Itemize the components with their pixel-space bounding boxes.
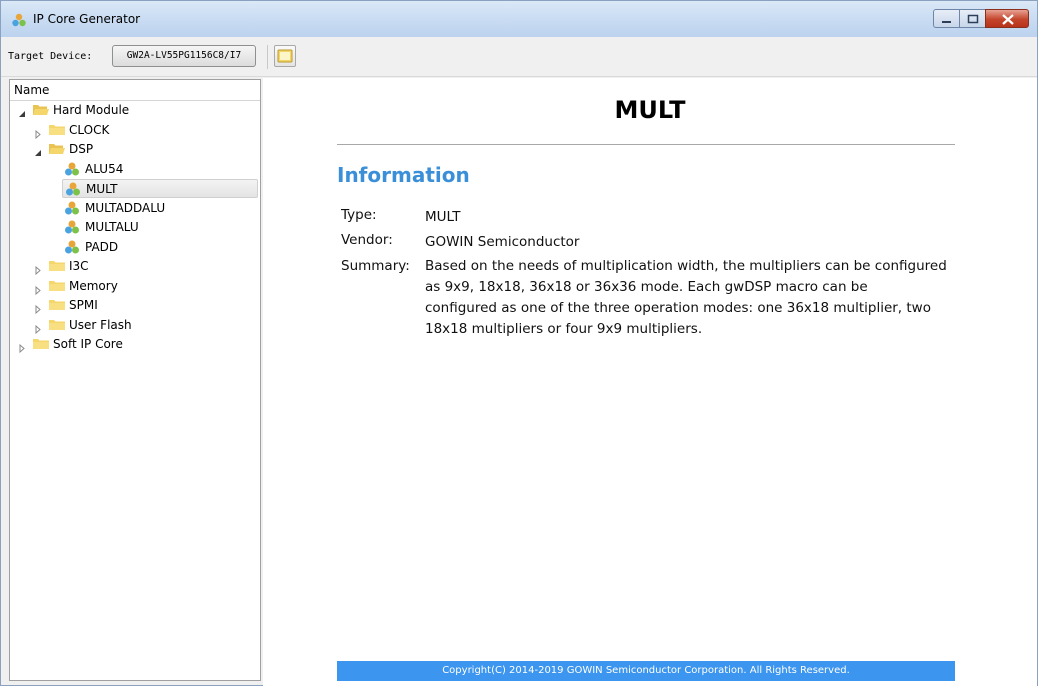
ip-core-icon bbox=[64, 239, 82, 255]
tree-item-label: MULTALU bbox=[85, 220, 139, 234]
tree-item-user-flash[interactable]: User Flash bbox=[10, 316, 260, 335]
folder-icon bbox=[48, 122, 66, 138]
collapsed-arrow-icon[interactable] bbox=[34, 301, 43, 315]
tree-item-label: Memory bbox=[69, 278, 118, 293]
vendor-value: GOWIN Semiconductor bbox=[425, 234, 580, 250]
folder-icon bbox=[277, 49, 293, 63]
ip-tree-panel: Name Hard Module CLOCK DSP ALU54 MULT MULTADD… bbox=[9, 79, 261, 681]
folder-open-icon bbox=[48, 141, 66, 157]
tree-item-alu54[interactable]: ALU54 bbox=[10, 160, 260, 179]
title-bar[interactable]: IP Core Generator bbox=[1, 1, 1037, 37]
ip-core-icon bbox=[64, 200, 82, 216]
tree-item-mult[interactable]: MULT bbox=[62, 179, 258, 198]
target-device-label: Target Device: bbox=[8, 51, 93, 62]
tree-item-label: SPMI bbox=[69, 298, 98, 312]
target-device-button[interactable]: GW2A-LV55PG1156C8/I7 bbox=[112, 45, 256, 67]
toolbar: Target Device: GW2A-LV55PG1156C8/I7 bbox=[1, 37, 1037, 77]
tree-item-spmi[interactable]: SPMI bbox=[10, 296, 260, 315]
folder-icon bbox=[48, 297, 66, 313]
folder-icon bbox=[32, 336, 50, 352]
app-icon bbox=[11, 12, 27, 28]
collapsed-arrow-icon[interactable] bbox=[34, 126, 43, 139]
tree-item-label: ALU54 bbox=[85, 161, 124, 176]
folder-icon bbox=[48, 317, 66, 333]
expanded-arrow-icon[interactable] bbox=[34, 145, 43, 156]
details-panel: MULT Information Type: MULT Vendor: GOWI… bbox=[263, 78, 1037, 686]
close-button[interactable] bbox=[985, 9, 1029, 28]
tree-item-label: MULTADDALU bbox=[85, 200, 166, 215]
tree-item-dsp[interactable]: DSP bbox=[10, 140, 260, 159]
title-divider bbox=[337, 144, 955, 145]
folder-icon bbox=[48, 278, 66, 294]
type-value: MULT bbox=[425, 209, 461, 225]
tree-column-header[interactable]: Name bbox=[10, 80, 260, 101]
tree-item-label: Soft IP Core bbox=[53, 337, 123, 351]
tree-item-label: I3C bbox=[69, 259, 89, 273]
vendor-key: Vendor: bbox=[341, 232, 393, 248]
summary-line: configured as one of the three operation… bbox=[425, 300, 931, 316]
summary-line: 18x18 multipliers or four 9x9 multiplier… bbox=[425, 321, 703, 337]
minimize-button[interactable] bbox=[933, 9, 959, 28]
tree-item-label: PADD bbox=[85, 239, 119, 254]
ip-core-icon bbox=[64, 161, 82, 177]
folder-icon bbox=[48, 258, 66, 274]
folder-open-icon bbox=[32, 102, 50, 118]
ip-core-icon bbox=[64, 219, 82, 235]
type-key: Type: bbox=[341, 207, 377, 223]
tree-item-soft-ip-core[interactable]: Soft IP Core bbox=[10, 335, 260, 354]
open-folder-button[interactable] bbox=[274, 45, 296, 67]
summary-value: Based on the needs of multiplication wid… bbox=[425, 256, 965, 340]
tree-item-label: User Flash bbox=[69, 317, 132, 332]
tree-item-label: Hard Module bbox=[53, 103, 130, 117]
page-title: MULT bbox=[614, 96, 686, 124]
expanded-arrow-icon[interactable] bbox=[18, 106, 27, 117]
information-heading: Information bbox=[337, 163, 470, 187]
collapsed-arrow-icon[interactable] bbox=[34, 262, 43, 276]
collapsed-arrow-icon[interactable] bbox=[34, 282, 43, 295]
tree-item-hard-module[interactable]: Hard Module bbox=[10, 101, 260, 120]
ip-core-icon bbox=[65, 181, 83, 197]
ip-tree: Hard Module CLOCK DSP ALU54 MULT MULTADDALU MU… bbox=[10, 101, 260, 680]
summary-key: Summary: bbox=[341, 258, 410, 274]
maximize-button[interactable] bbox=[959, 9, 985, 28]
tree-item-label: DSP bbox=[69, 142, 94, 156]
summary-line: Based on the needs of multiplication wid… bbox=[425, 258, 947, 274]
tree-item-label: MULT bbox=[86, 182, 118, 196]
window-controls bbox=[933, 9, 1029, 29]
tree-item-memory[interactable]: Memory bbox=[10, 277, 260, 296]
tree-item-multalu[interactable]: MULTALU bbox=[10, 218, 260, 237]
window-title: IP Core Generator bbox=[33, 12, 141, 26]
tree-item-i3c[interactable]: I3C bbox=[10, 257, 260, 276]
tree-item-padd[interactable]: PADD bbox=[10, 238, 260, 257]
collapsed-arrow-icon[interactable] bbox=[18, 340, 27, 354]
toolbar-separator bbox=[267, 45, 268, 69]
copyright-footer: Copyright(C) 2014-2019 GOWIN Semiconduct… bbox=[337, 661, 955, 681]
tree-item-multaddalu[interactable]: MULTADDALU bbox=[10, 199, 260, 218]
collapsed-arrow-icon[interactable] bbox=[34, 321, 43, 334]
tree-item-label: CLOCK bbox=[69, 122, 110, 137]
tree-item-clock[interactable]: CLOCK bbox=[10, 121, 260, 140]
app-window: IP Core Generator Target Device: GW2A-LV… bbox=[0, 0, 1038, 686]
summary-line: as 9x9, 18x18, 36x18 or 36x36 mode. Each… bbox=[425, 279, 868, 295]
